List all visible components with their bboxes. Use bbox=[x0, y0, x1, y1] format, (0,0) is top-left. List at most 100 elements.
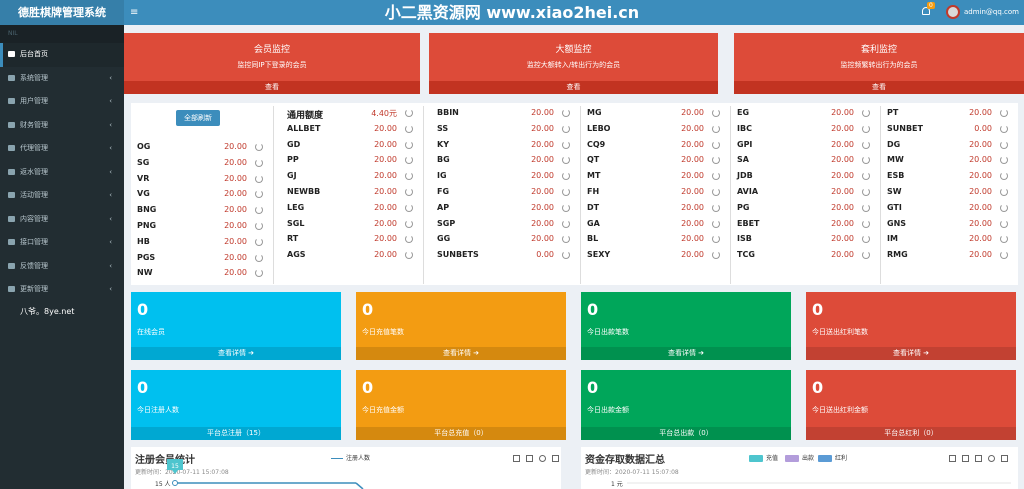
refresh-icon[interactable] bbox=[405, 124, 413, 133]
sidebar-item[interactable]: 系统管理 ‹ bbox=[0, 67, 124, 91]
refresh-icon[interactable] bbox=[255, 143, 263, 151]
menu-toggle-icon[interactable]: ≡ bbox=[130, 0, 138, 25]
sidebar-item[interactable]: 用户管理 ‹ bbox=[0, 90, 124, 114]
refresh-icon[interactable] bbox=[1000, 203, 1008, 212]
sidebar-item[interactable]: 返水管理 ‹ bbox=[0, 161, 124, 185]
sidebar-item[interactable]: 接口管理 ‹ bbox=[0, 231, 124, 255]
refresh-icon[interactable] bbox=[1000, 251, 1008, 260]
refresh-icon[interactable] bbox=[562, 156, 570, 165]
stat-footer-link[interactable]: 平台总红利（0） bbox=[806, 427, 1016, 440]
refresh-icon[interactable] bbox=[862, 156, 870, 165]
avatar[interactable] bbox=[946, 5, 960, 19]
sidebar-item[interactable]: 财务管理 ‹ bbox=[0, 114, 124, 138]
game-balance-row: JDB 20.00 bbox=[731, 169, 880, 185]
sidebar-item[interactable]: 活动管理 ‹ bbox=[0, 184, 124, 208]
refresh-icon[interactable] bbox=[562, 140, 570, 149]
sidebar-item-label: 返水管理 bbox=[20, 167, 48, 176]
refresh-icon[interactable] bbox=[1000, 156, 1008, 165]
refresh-icon[interactable] bbox=[1000, 124, 1008, 133]
refresh-icon[interactable] bbox=[1000, 109, 1008, 117]
refresh-icon[interactable] bbox=[405, 203, 413, 212]
notification-badge: 0 bbox=[927, 2, 935, 9]
sidebar-item[interactable]: 内容管理 ‹ bbox=[0, 208, 124, 232]
game-balance: 20.00 bbox=[831, 218, 854, 228]
refresh-icon[interactable] bbox=[712, 156, 720, 165]
refresh-icon[interactable] bbox=[255, 206, 263, 215]
refresh-icon[interactable] bbox=[562, 109, 570, 117]
game-balance: 20.00 bbox=[531, 186, 554, 196]
stat-footer-link[interactable]: 平台总出款（0） bbox=[581, 427, 791, 440]
sidebar-item[interactable]: 反馈管理 ‹ bbox=[0, 255, 124, 279]
balance-col-2: 通用额度 4.40元 ALLBET 20.00 GD 20.00 PP 20.00 GJ 20… bbox=[281, 106, 424, 284]
refresh-icon[interactable] bbox=[862, 172, 870, 181]
refresh-icon[interactable] bbox=[862, 235, 870, 244]
refresh-icon[interactable] bbox=[255, 174, 263, 183]
refresh-icon[interactable] bbox=[255, 253, 263, 262]
refresh-all-button[interactable]: 全部刷新 bbox=[176, 110, 220, 126]
refresh-icon[interactable] bbox=[405, 219, 413, 228]
refresh-icon[interactable] bbox=[562, 219, 570, 228]
refresh-icon[interactable] bbox=[405, 251, 413, 260]
refresh-icon[interactable] bbox=[255, 190, 263, 199]
refresh-icon[interactable] bbox=[255, 221, 263, 230]
refresh-icon[interactable] bbox=[712, 251, 720, 260]
refresh-icon[interactable] bbox=[862, 251, 870, 260]
monitor-view-link[interactable]: 查看 bbox=[734, 81, 1024, 94]
refresh-icon[interactable] bbox=[562, 172, 570, 181]
refresh-icon[interactable] bbox=[562, 251, 570, 260]
game-balance-row: NEWBB 20.00 bbox=[281, 185, 423, 201]
game-balance-row: IG 20.00 bbox=[431, 169, 580, 185]
refresh-icon[interactable] bbox=[405, 140, 413, 149]
game-balance-row: SEXY 20.00 bbox=[581, 248, 730, 264]
refresh-icon[interactable] bbox=[1000, 172, 1008, 181]
monitor-view-link[interactable]: 查看 bbox=[124, 81, 420, 94]
sidebar-item[interactable]: 更新管理 ‹ bbox=[0, 278, 124, 302]
refresh-icon[interactable] bbox=[405, 109, 413, 117]
stat-footer-link[interactable]: 查看详情 ➔ bbox=[356, 347, 566, 360]
sidebar-item[interactable]: 代理管理 ‹ bbox=[0, 137, 124, 161]
stat-footer-link[interactable]: 平台总注册（15） bbox=[131, 427, 341, 440]
refresh-icon[interactable] bbox=[255, 158, 263, 167]
refresh-icon[interactable] bbox=[255, 269, 263, 278]
refresh-icon[interactable] bbox=[562, 235, 570, 244]
refresh-icon[interactable] bbox=[712, 235, 720, 244]
refresh-icon[interactable] bbox=[862, 203, 870, 212]
refresh-icon[interactable] bbox=[712, 219, 720, 228]
game-name: VG bbox=[137, 189, 150, 199]
refresh-icon[interactable] bbox=[712, 187, 720, 196]
refresh-icon[interactable] bbox=[1000, 219, 1008, 228]
refresh-icon[interactable] bbox=[712, 124, 720, 133]
user-email[interactable]: admin@qq.com bbox=[964, 0, 1019, 25]
refresh-icon[interactable] bbox=[562, 187, 570, 196]
refresh-icon[interactable] bbox=[562, 124, 570, 133]
refresh-icon[interactable] bbox=[712, 140, 720, 149]
sidebar-item-label: 内容管理 bbox=[20, 214, 48, 223]
refresh-icon[interactable] bbox=[405, 156, 413, 165]
stat-footer-link[interactable]: 平台总充值（0） bbox=[356, 427, 566, 440]
refresh-icon[interactable] bbox=[862, 187, 870, 196]
refresh-icon[interactable] bbox=[712, 203, 720, 212]
refresh-icon[interactable] bbox=[712, 172, 720, 181]
refresh-icon[interactable] bbox=[405, 172, 413, 181]
bell-icon[interactable]: 0 bbox=[921, 2, 935, 18]
refresh-icon[interactable] bbox=[255, 237, 263, 246]
stat-footer-link[interactable]: 查看详情 ➔ bbox=[131, 347, 341, 360]
app-logo[interactable]: 德胜棋牌管理系统 bbox=[0, 0, 124, 25]
registration-line-plot: 15 bbox=[167, 459, 364, 489]
refresh-icon[interactable] bbox=[862, 124, 870, 133]
refresh-icon[interactable] bbox=[1000, 140, 1008, 149]
refresh-icon[interactable] bbox=[862, 140, 870, 149]
refresh-icon[interactable] bbox=[1000, 235, 1008, 244]
refresh-icon[interactable] bbox=[405, 235, 413, 244]
refresh-icon[interactable] bbox=[862, 219, 870, 228]
refresh-icon[interactable] bbox=[1000, 187, 1008, 196]
refresh-icon[interactable] bbox=[862, 109, 870, 117]
monitor-view-link[interactable]: 查看 bbox=[429, 81, 718, 94]
refresh-icon[interactable] bbox=[712, 109, 720, 117]
sidebar-item[interactable]: 后台首页 bbox=[0, 43, 124, 67]
game-balance: 20.00 bbox=[374, 155, 397, 165]
refresh-icon[interactable] bbox=[405, 187, 413, 196]
stat-footer-link[interactable]: 查看详情 ➔ bbox=[806, 347, 1016, 360]
stat-footer-link[interactable]: 查看详情 ➔ bbox=[581, 347, 791, 360]
refresh-icon[interactable] bbox=[562, 203, 570, 212]
